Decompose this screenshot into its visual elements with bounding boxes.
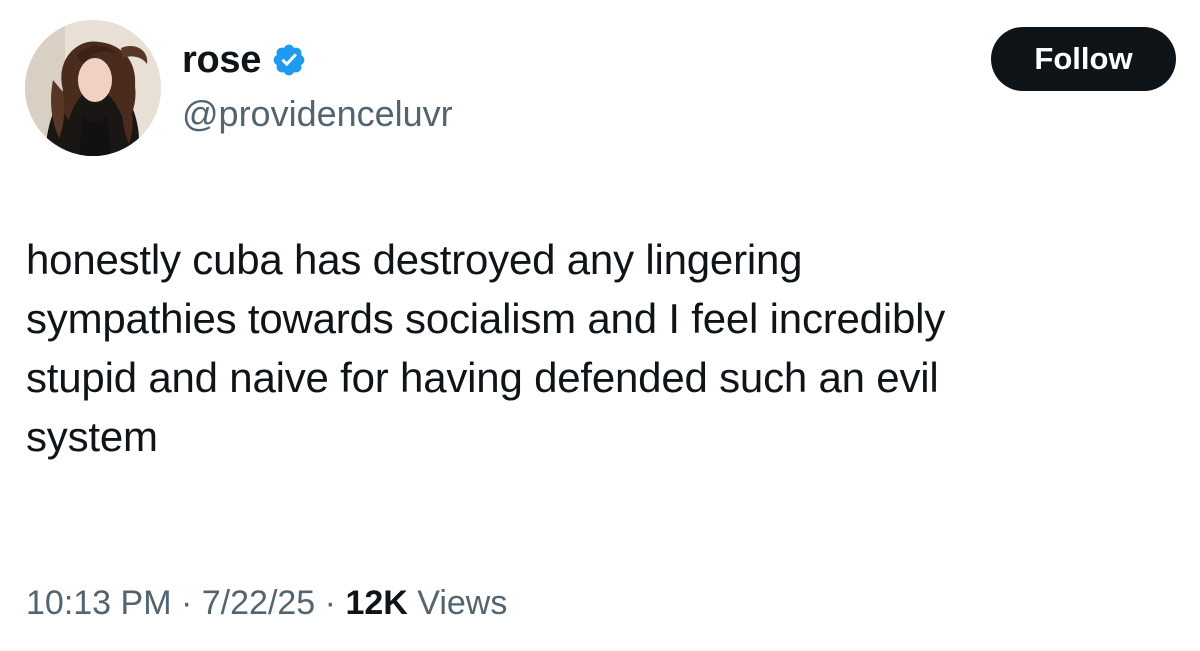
- follow-button[interactable]: Follow: [991, 27, 1176, 91]
- tweet-text: honestly cuba has destroyed any lingerin…: [26, 236, 946, 460]
- user-names: rose @providenceluvr: [182, 36, 453, 136]
- views-label: Views: [417, 584, 508, 622]
- tweet-date[interactable]: 7/22/25: [202, 584, 315, 622]
- meta-separator: ·: [324, 584, 336, 622]
- tweet-card: rose @providenceluvr Follow honestly cub…: [0, 0, 1200, 651]
- avatar[interactable]: [25, 20, 161, 156]
- display-name-row: rose: [182, 36, 453, 84]
- tweet-time[interactable]: 10:13 PM: [26, 584, 172, 622]
- verified-badge-icon: [271, 42, 307, 78]
- views-count[interactable]: 12K: [345, 584, 407, 622]
- meta-separator: ·: [180, 584, 193, 622]
- avatar-photo: [25, 20, 161, 156]
- display-name[interactable]: rose: [182, 36, 261, 84]
- tweet-meta: 10:13 PM · 7/22/25 · 12K Views: [26, 580, 507, 626]
- user-handle[interactable]: @providenceluvr: [182, 92, 453, 136]
